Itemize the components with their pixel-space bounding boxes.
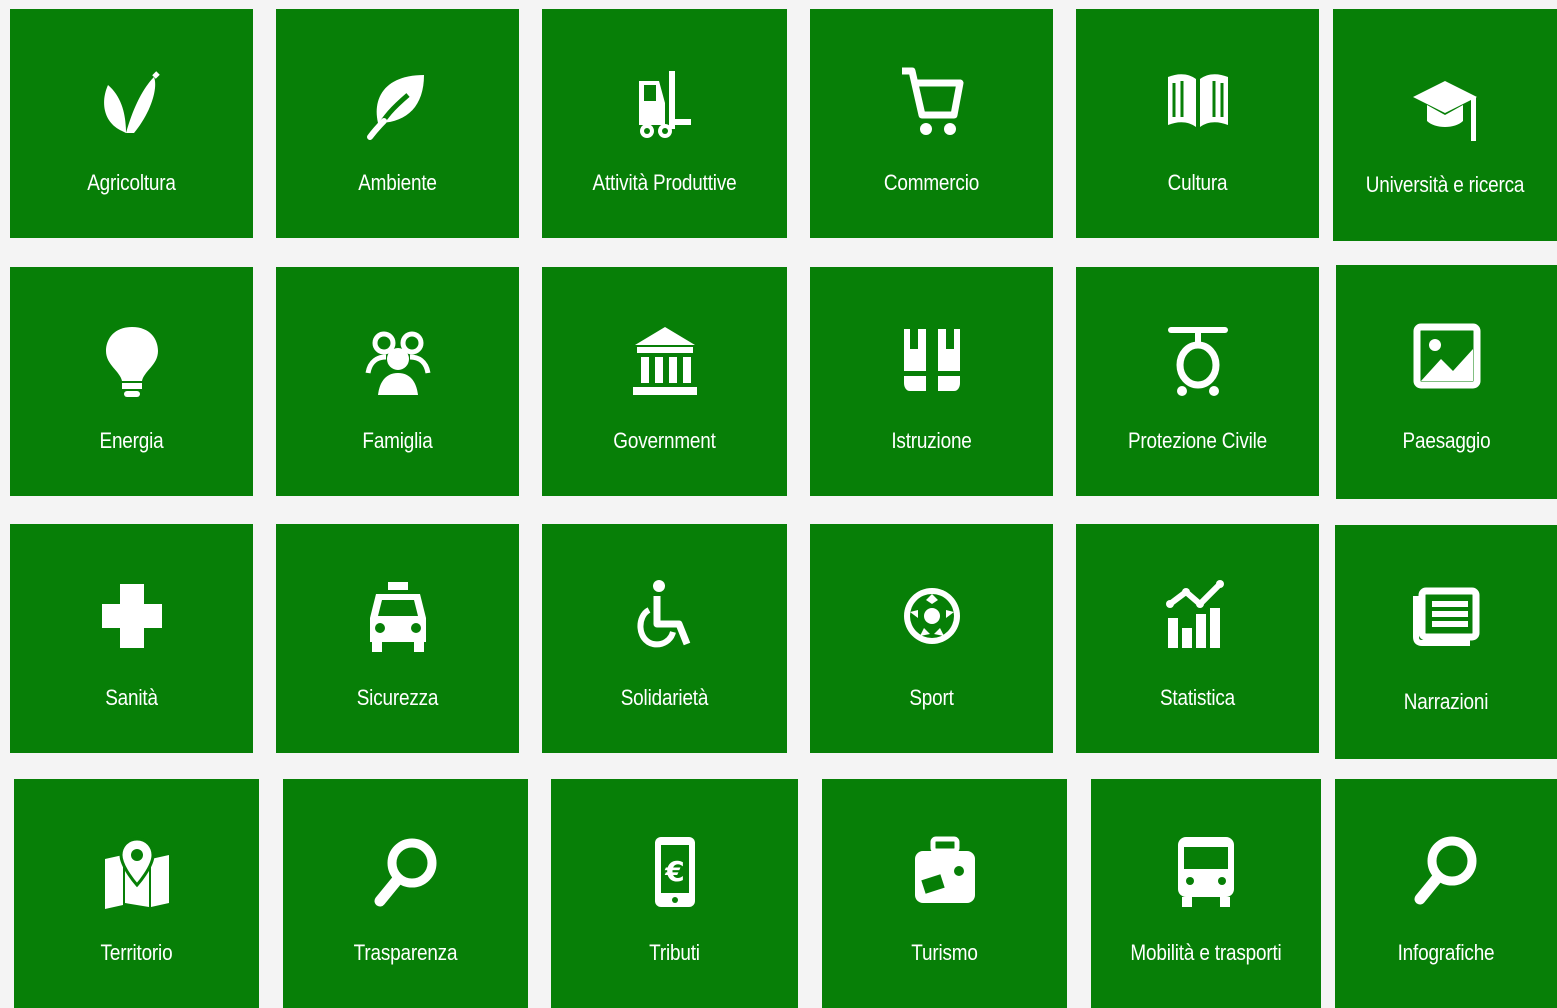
tile-commercio[interactable]: Commercio bbox=[810, 9, 1053, 238]
backpack-icon bbox=[896, 321, 968, 411]
tile-solidarieta[interactable]: Solidarietà bbox=[542, 524, 787, 753]
graduation-cap-icon bbox=[1409, 63, 1481, 153]
tile-famiglia[interactable]: Famiglia bbox=[276, 267, 519, 496]
tile-label: Famiglia bbox=[362, 428, 433, 453]
tile-tributi[interactable]: € Tributi bbox=[551, 779, 798, 1008]
tile-ambiente[interactable]: Ambiente bbox=[276, 9, 519, 238]
light-bulb-icon bbox=[96, 321, 168, 411]
tile-label: Tributi bbox=[649, 940, 700, 965]
helicopter-icon bbox=[1162, 321, 1234, 411]
tile-label: Commercio bbox=[883, 170, 980, 195]
leaf-icon bbox=[362, 63, 434, 153]
institution-icon bbox=[629, 321, 701, 411]
tile-energia[interactable]: Energia bbox=[10, 267, 253, 496]
tile-label: Sicurezza bbox=[356, 685, 439, 710]
taxi-icon bbox=[362, 578, 434, 668]
tile-label: Attività Produttive bbox=[592, 170, 737, 195]
chart-icon bbox=[1162, 578, 1234, 668]
svg-text:€: € bbox=[664, 855, 684, 888]
newspaper-icon bbox=[1410, 579, 1482, 669]
tile-label: Government bbox=[613, 428, 716, 453]
wheelchair-icon bbox=[629, 578, 701, 668]
medical-cross-icon bbox=[96, 578, 168, 668]
tile-government[interactable]: Government bbox=[542, 267, 787, 496]
tile-label: Ambiente bbox=[358, 170, 437, 195]
sprout-icon bbox=[96, 63, 168, 153]
tile-label: Istruzione bbox=[891, 428, 972, 453]
tile-label: Agricoltura bbox=[87, 170, 176, 195]
tile-label: Territorio bbox=[100, 940, 173, 965]
tile-label: Infografiche bbox=[1397, 940, 1495, 965]
tile-label: Turismo bbox=[911, 940, 978, 965]
open-book-icon bbox=[1162, 63, 1234, 153]
tile-territorio[interactable]: Territorio bbox=[14, 779, 259, 1008]
tile-label: Cultura bbox=[1167, 170, 1228, 195]
tile-paesaggio[interactable]: Paesaggio bbox=[1336, 265, 1557, 499]
mobile-euro-icon: € bbox=[639, 833, 711, 923]
image-icon bbox=[1411, 319, 1483, 409]
tile-infografiche[interactable]: Infografiche bbox=[1335, 779, 1557, 1008]
tile-sanita[interactable]: Sanità bbox=[10, 524, 253, 753]
magnifier-icon bbox=[1410, 833, 1482, 923]
tile-label: Paesaggio bbox=[1402, 428, 1491, 453]
suitcase-icon bbox=[909, 833, 981, 923]
tile-sicurezza[interactable]: Sicurezza bbox=[276, 524, 519, 753]
tile-label: Statistica bbox=[1159, 685, 1236, 710]
tile-mobilita-e-trasporti[interactable]: Mobilità e trasporti bbox=[1091, 779, 1321, 1008]
tile-label: Sanità bbox=[105, 685, 158, 710]
tile-universita-e-ricerca[interactable]: Università e ricerca bbox=[1333, 9, 1557, 241]
tile-attivita-produttive[interactable]: Attività Produttive bbox=[542, 9, 787, 238]
tile-agricoltura[interactable]: Agricoltura bbox=[10, 9, 253, 238]
forklift-icon bbox=[629, 63, 701, 153]
category-grid: Agricoltura Ambiente Attività Produttive… bbox=[0, 0, 1557, 1008]
magnifier-icon bbox=[370, 833, 442, 923]
tile-label: Sport bbox=[909, 685, 954, 710]
tile-statistica[interactable]: Statistica bbox=[1076, 524, 1319, 753]
tile-label: Trasparenza bbox=[353, 940, 458, 965]
tile-istruzione[interactable]: Istruzione bbox=[810, 267, 1053, 496]
bus-icon bbox=[1170, 833, 1242, 923]
tile-label: Mobilità e trasporti bbox=[1130, 940, 1282, 965]
map-marker-icon bbox=[101, 833, 173, 923]
tile-label: Narrazioni bbox=[1403, 689, 1489, 714]
tile-narrazioni[interactable]: Narrazioni bbox=[1335, 525, 1557, 759]
tile-sport[interactable]: Sport bbox=[810, 524, 1053, 753]
tile-turismo[interactable]: Turismo bbox=[822, 779, 1067, 1008]
tile-cultura[interactable]: Cultura bbox=[1076, 9, 1319, 238]
people-icon bbox=[362, 321, 434, 411]
tile-label: Energia bbox=[99, 428, 164, 453]
shopping-cart-icon bbox=[896, 63, 968, 153]
tile-trasparenza[interactable]: Trasparenza bbox=[283, 779, 528, 1008]
tile-label: Solidarietà bbox=[620, 685, 709, 710]
tile-label: Protezione Civile bbox=[1127, 428, 1268, 453]
tile-protezione-civile[interactable]: Protezione Civile bbox=[1076, 267, 1319, 496]
tile-label: Università e ricerca bbox=[1365, 172, 1525, 197]
soccer-ball-icon bbox=[896, 578, 968, 668]
